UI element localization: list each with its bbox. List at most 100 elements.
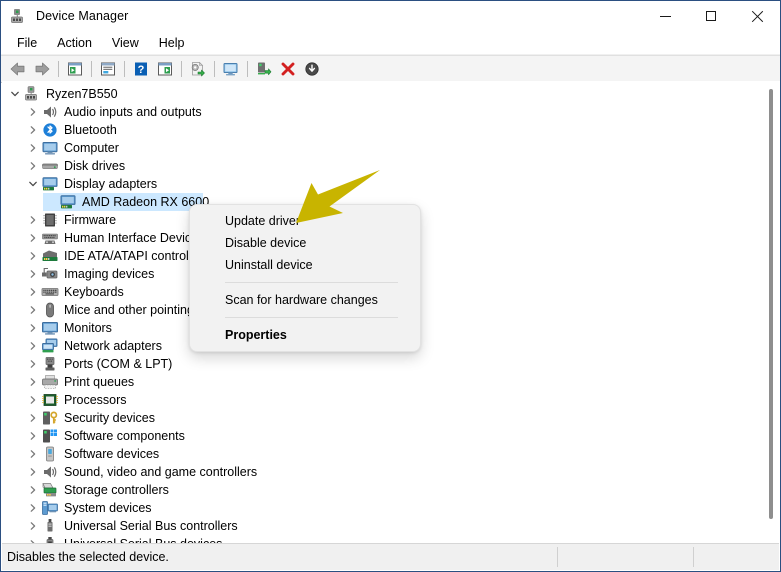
window-title: Device Manager xyxy=(36,9,129,23)
tree-expander[interactable] xyxy=(25,139,41,157)
tree-expander[interactable] xyxy=(25,427,41,445)
system-device-icon xyxy=(41,500,59,516)
disk-drive-icon xyxy=(41,158,59,174)
software-component-icon xyxy=(41,428,59,444)
tree-root-node[interactable]: Ryzen7B550 xyxy=(2,85,780,103)
monitor-icon xyxy=(41,320,59,336)
tree-expander[interactable] xyxy=(25,103,41,121)
tree-expander[interactable] xyxy=(25,445,41,463)
tree-expander[interactable] xyxy=(25,121,41,139)
tree-expander[interactable] xyxy=(25,481,41,499)
tree-expander[interactable] xyxy=(7,85,23,103)
tree-expander[interactable] xyxy=(25,157,41,175)
tree-item[interactable]: Sound, video and game controllers xyxy=(2,463,780,481)
tree-item[interactable]: Print queues xyxy=(2,373,780,391)
mouse-icon xyxy=(41,302,59,318)
tree-item-label: Security devices xyxy=(64,411,156,425)
toolbar-separator xyxy=(124,61,125,77)
tree-item[interactable]: Storage controllers xyxy=(2,481,780,499)
minimize-button[interactable] xyxy=(642,1,688,31)
processor-icon xyxy=(41,392,59,408)
tree-item-label: Network adapters xyxy=(64,339,162,353)
context-menu[interactable]: Update driver Disable device Uninstall dev… xyxy=(189,204,421,352)
status-segment-2 xyxy=(558,544,693,570)
tree-item[interactable]: Disk drives xyxy=(2,157,780,175)
toolbar-separator xyxy=(247,61,248,77)
tree-item[interactable]: Software components xyxy=(2,427,780,445)
menu-item-properties[interactable]: Properties xyxy=(190,324,420,346)
tree-expander[interactable] xyxy=(25,229,41,247)
forward-icon[interactable] xyxy=(30,58,54,80)
maximize-icon xyxy=(706,11,716,21)
tree-expander[interactable] xyxy=(25,409,41,427)
menu-item-update-driver[interactable]: Update driver xyxy=(190,210,420,232)
display-adapter-icon xyxy=(41,176,59,192)
security-device-icon xyxy=(41,410,59,426)
show-hide-action-pane-icon[interactable] xyxy=(153,58,177,80)
menu-file[interactable]: File xyxy=(7,34,47,52)
tree-item[interactable]: Universal Serial Bus controllers xyxy=(2,517,780,535)
tree-item-label: Imaging devices xyxy=(64,267,155,281)
tree-expander[interactable] xyxy=(25,211,41,229)
window-controls xyxy=(642,1,780,31)
tree-item-label: Audio inputs and outputs xyxy=(64,105,202,119)
tree-expander[interactable] xyxy=(25,301,41,319)
tree-expander[interactable] xyxy=(25,265,41,283)
tree-item[interactable]: Computer xyxy=(2,139,780,157)
uninstall-device-icon[interactable] xyxy=(276,58,300,80)
tree-expander[interactable] xyxy=(25,391,41,409)
tree-expander[interactable] xyxy=(25,283,41,301)
disable-device-icon[interactable] xyxy=(252,58,276,80)
tree-item-label: Universal Serial Bus controllers xyxy=(64,519,238,533)
tree-item[interactable]: Software devices xyxy=(2,445,780,463)
tree-expander[interactable] xyxy=(25,247,41,265)
menu-help[interactable]: Help xyxy=(149,34,195,52)
tree-item[interactable]: System devices xyxy=(2,499,780,517)
minimize-icon xyxy=(659,15,671,17)
vertical-scrollbar[interactable] xyxy=(762,81,779,544)
tree-expander[interactable] xyxy=(25,175,41,193)
close-button[interactable] xyxy=(734,1,780,31)
update-driver-icon[interactable] xyxy=(186,58,210,80)
tree-item[interactable]: Security devices xyxy=(2,409,780,427)
tree-item[interactable]: Processors xyxy=(2,391,780,409)
show-hide-console-tree-icon[interactable] xyxy=(63,58,87,80)
menu-action[interactable]: Action xyxy=(47,34,102,52)
tree-item[interactable]: Ports (COM & LPT) xyxy=(2,355,780,373)
tree-expander[interactable] xyxy=(25,337,41,355)
tree-item-label: Software components xyxy=(64,429,185,443)
properties-icon[interactable] xyxy=(96,58,120,80)
tree-item-label: Computer xyxy=(64,141,119,155)
status-bar: Disables the selected device. xyxy=(2,543,779,570)
tree-item-label: Bluetooth xyxy=(64,123,117,137)
tree-expander[interactable] xyxy=(25,463,41,481)
menu-item-uninstall-device[interactable]: Uninstall device xyxy=(190,254,420,276)
tree-item-label: Monitors xyxy=(64,321,112,335)
menu-bar: File Action View Help xyxy=(1,32,780,55)
tree-item[interactable]: Bluetooth xyxy=(2,121,780,139)
toolbar-separator xyxy=(181,61,182,77)
tree-expander[interactable] xyxy=(25,355,41,373)
back-icon[interactable] xyxy=(6,58,30,80)
tree-expander[interactable] xyxy=(25,499,41,517)
menu-item-disable-device[interactable]: Disable device xyxy=(190,232,420,254)
help-icon[interactable]: ? xyxy=(129,58,153,80)
tree-expander[interactable] xyxy=(25,319,41,337)
speaker-icon xyxy=(41,464,59,480)
tree-item[interactable]: Audio inputs and outputs xyxy=(2,103,780,121)
tree-item-label: Processors xyxy=(64,393,127,407)
tree-expander[interactable] xyxy=(25,373,41,391)
menu-separator xyxy=(225,282,398,283)
tree-expander[interactable] xyxy=(25,517,41,535)
scan-for-hardware-changes-icon[interactable] xyxy=(219,58,243,80)
menu-item-scan-for-hardware-changes[interactable]: Scan for hardware changes xyxy=(190,289,420,311)
maximize-button[interactable] xyxy=(688,1,734,31)
enable-device-icon[interactable] xyxy=(300,58,324,80)
tree-item-label: IDE ATA/ATAPI controllers xyxy=(64,249,209,263)
keyboard-icon xyxy=(41,284,59,300)
tree-item[interactable]: Display adapters xyxy=(2,175,780,193)
status-segment-3 xyxy=(694,544,779,570)
title-bar: Device Manager xyxy=(1,1,780,32)
menu-view[interactable]: View xyxy=(102,34,149,52)
scrollbar-thumb[interactable] xyxy=(769,89,773,519)
